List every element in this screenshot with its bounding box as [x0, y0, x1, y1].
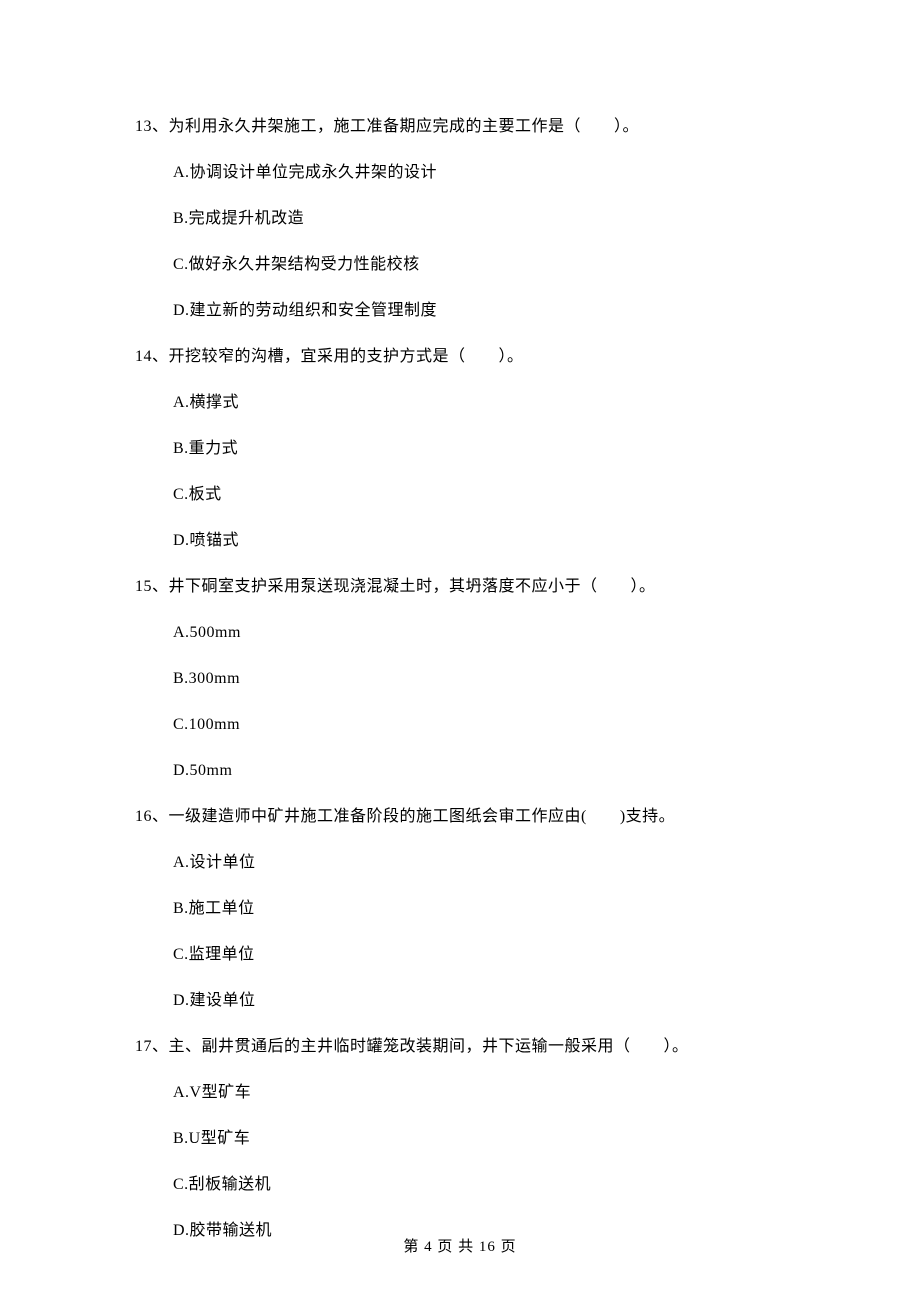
options-list: A.500mm B.300mm C.100mm D.50mm	[135, 621, 785, 783]
question-number: 17、	[135, 1038, 169, 1055]
option-d: D.喷锚式	[173, 529, 785, 553]
option-c: C.监理单位	[173, 943, 785, 967]
option-b: B.U型矿车	[173, 1127, 785, 1151]
question-number: 16、	[135, 808, 169, 825]
option-a: A.500mm	[173, 621, 785, 645]
options-list: A.协调设计单位完成永久井架的设计 B.完成提升机改造 C.做好永久井架结构受力…	[135, 161, 785, 323]
question-number: 14、	[135, 348, 169, 365]
options-list: A.横撑式 B.重力式 C.板式 D.喷锚式	[135, 391, 785, 553]
question-text: 为利用永久井架施工，施工准备期应完成的主要工作是（ ）。	[169, 118, 640, 135]
option-d: D.50mm	[173, 759, 785, 783]
question-text: 井下硐室支护采用泵送现浇混凝土时，其坍落度不应小于（ ）。	[169, 578, 656, 595]
option-a: A.横撑式	[173, 391, 785, 415]
question-stem: 16、一级建造师中矿井施工准备阶段的施工图纸会审工作应由( )支持。	[135, 805, 785, 829]
option-b: B.300mm	[173, 667, 785, 691]
options-list: A.设计单位 B.施工单位 C.监理单位 D.建设单位	[135, 851, 785, 1013]
question-stem: 15、井下硐室支护采用泵送现浇混凝土时，其坍落度不应小于（ ）。	[135, 575, 785, 599]
question-14: 14、开挖较窄的沟槽，宜采用的支护方式是（ ）。 A.横撑式 B.重力式 C.板…	[135, 345, 785, 553]
option-a: A.V型矿车	[173, 1081, 785, 1105]
question-16: 16、一级建造师中矿井施工准备阶段的施工图纸会审工作应由( )支持。 A.设计单…	[135, 805, 785, 1013]
option-a: A.协调设计单位完成永久井架的设计	[173, 161, 785, 185]
question-15: 15、井下硐室支护采用泵送现浇混凝土时，其坍落度不应小于（ ）。 A.500mm…	[135, 575, 785, 783]
option-c: C.100mm	[173, 713, 785, 737]
question-stem: 17、主、副井贯通后的主井临时罐笼改装期间，井下运输一般采用（ ）。	[135, 1035, 785, 1059]
question-stem: 13、为利用永久井架施工，施工准备期应完成的主要工作是（ ）。	[135, 115, 785, 139]
option-a: A.设计单位	[173, 851, 785, 875]
question-17: 17、主、副井贯通后的主井临时罐笼改装期间，井下运输一般采用（ ）。 A.V型矿…	[135, 1035, 785, 1243]
option-c: C.板式	[173, 483, 785, 507]
option-b: B.重力式	[173, 437, 785, 461]
option-b: B.施工单位	[173, 897, 785, 921]
question-stem: 14、开挖较窄的沟槽，宜采用的支护方式是（ ）。	[135, 345, 785, 369]
question-text: 主、副井贯通后的主井临时罐笼改装期间，井下运输一般采用（ ）。	[169, 1038, 689, 1055]
option-c: C.做好永久井架结构受力性能校核	[173, 253, 785, 277]
question-number: 15、	[135, 578, 169, 595]
option-b: B.完成提升机改造	[173, 207, 785, 231]
page-footer: 第 4 页 共 16 页	[0, 1236, 920, 1259]
question-13: 13、为利用永久井架施工，施工准备期应完成的主要工作是（ ）。 A.协调设计单位…	[135, 115, 785, 323]
question-number: 13、	[135, 118, 169, 135]
options-list: A.V型矿车 B.U型矿车 C.刮板输送机 D.胶带输送机	[135, 1081, 785, 1243]
question-text: 一级建造师中矿井施工准备阶段的施工图纸会审工作应由( )支持。	[169, 808, 676, 825]
question-text: 开挖较窄的沟槽，宜采用的支护方式是（ ）。	[169, 348, 524, 365]
page-content: 13、为利用永久井架施工，施工准备期应完成的主要工作是（ ）。 A.协调设计单位…	[0, 0, 920, 1243]
option-c: C.刮板输送机	[173, 1173, 785, 1197]
option-d: D.建立新的劳动组织和安全管理制度	[173, 299, 785, 323]
option-d: D.建设单位	[173, 989, 785, 1013]
